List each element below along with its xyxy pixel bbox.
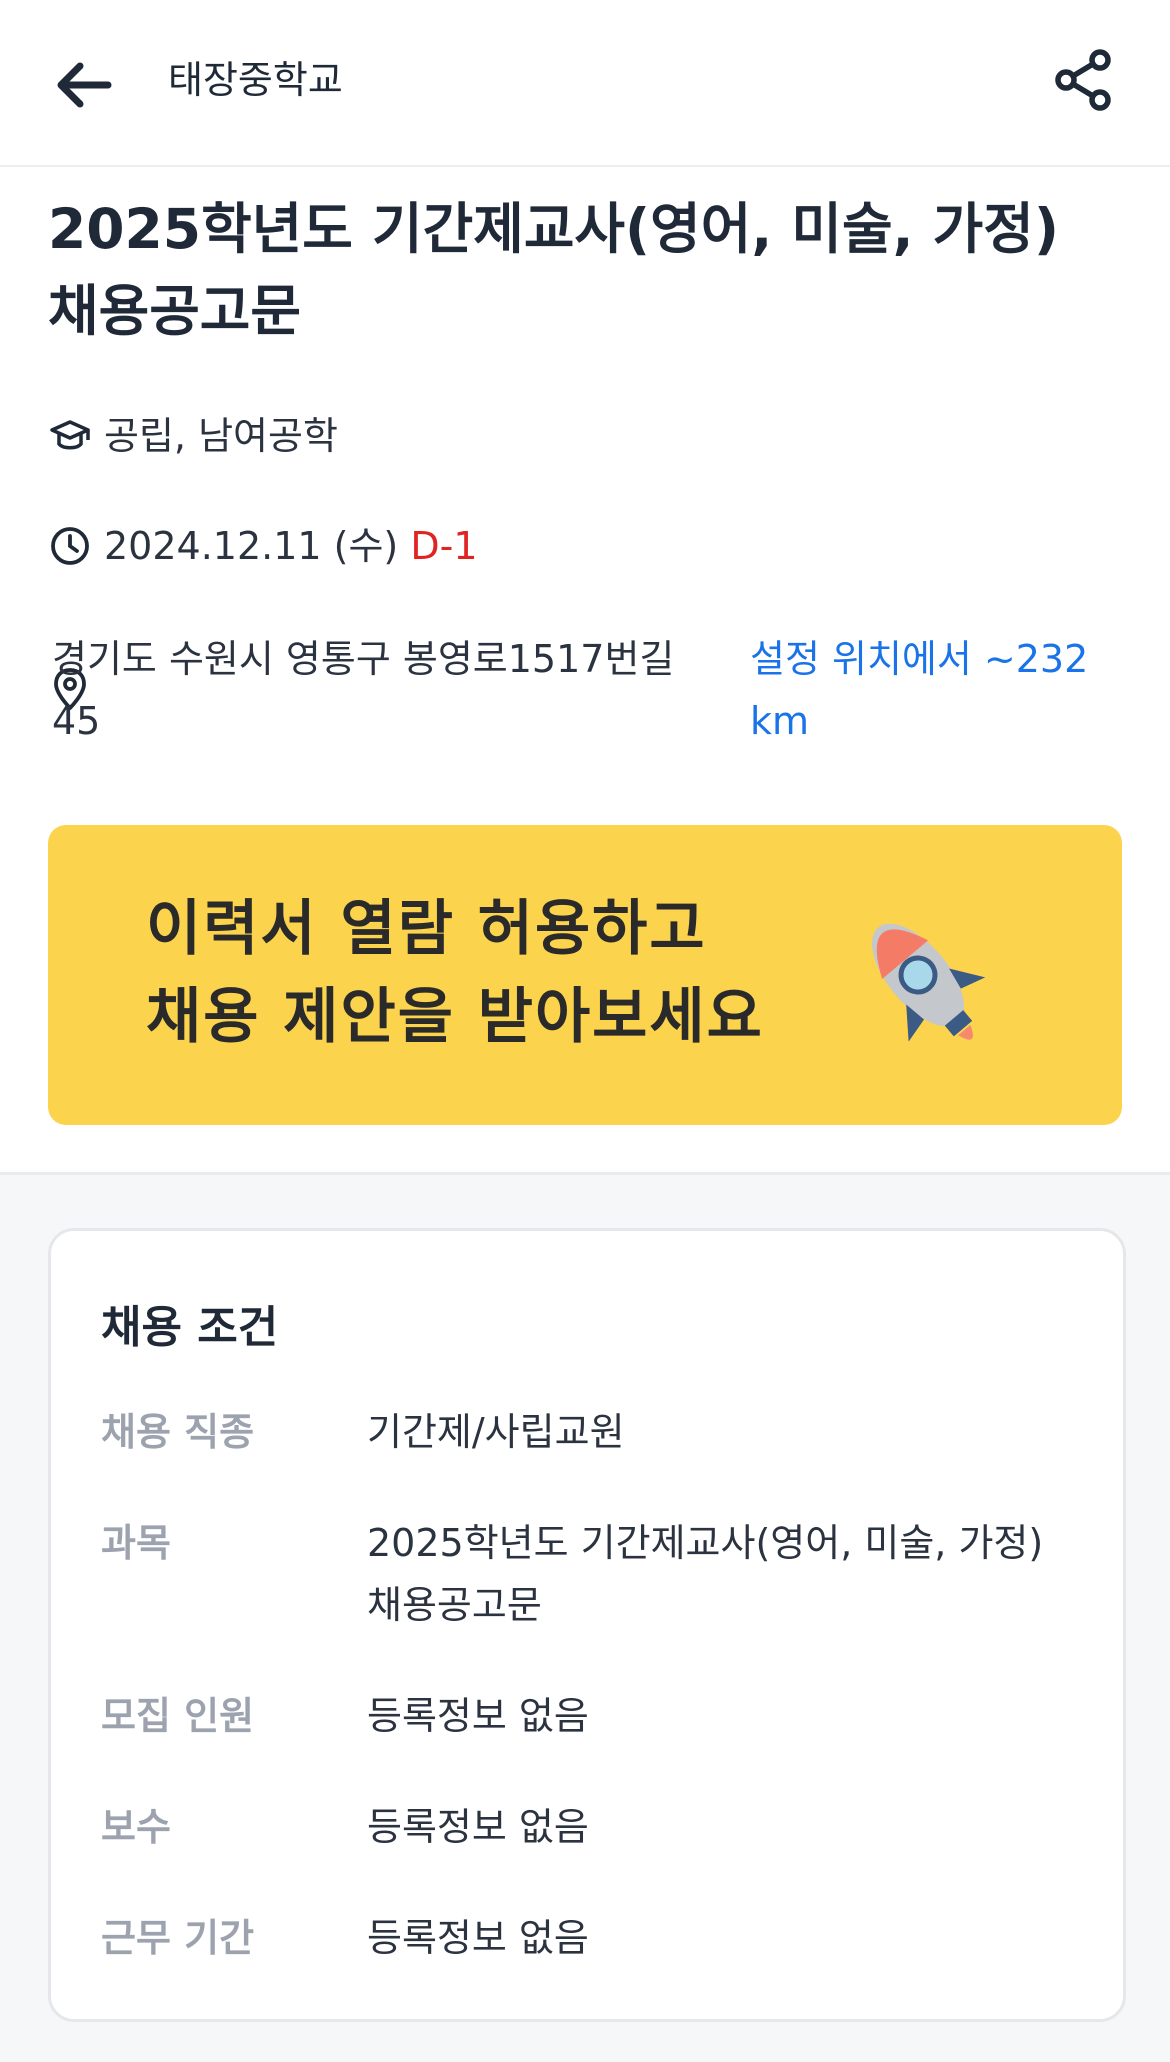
condition-label: 채용 직종 bbox=[101, 1410, 255, 1454]
rocket-icon bbox=[871, 923, 986, 1042]
condition-value: 등록정보 없음 bbox=[367, 1694, 589, 1738]
back-arrow-icon[interactable] bbox=[50, 50, 120, 120]
condition-value: 등록정보 없음 bbox=[367, 1805, 589, 1849]
deadline-date: 2024.12.11 (수) bbox=[104, 524, 399, 568]
address-text: 경기도 수원시 영통구 봉영로1517번길 45 bbox=[52, 637, 675, 743]
banner-line-2: 채용 제안을 받아보세요 bbox=[146, 982, 764, 1052]
school-name: 태장중학교 bbox=[168, 58, 343, 102]
distance-link[interactable]: 설정 위치에서 ~232 km bbox=[750, 628, 1130, 752]
condition-label: 근무 기간 bbox=[101, 1916, 255, 1960]
condition-label: 과목 bbox=[101, 1521, 171, 1565]
condition-label: 보수 bbox=[101, 1805, 171, 1849]
banner-line-1: 이력서 열람 허용하고 bbox=[146, 894, 707, 964]
clock-icon bbox=[51, 527, 89, 565]
condition-value: 2025학년도 기간제교사(영어, 미술, 가정) 채용공고문 bbox=[367, 1521, 1044, 1627]
app-header: 태장중학교 bbox=[0, 0, 1170, 167]
graduation-cap-icon bbox=[50, 420, 90, 450]
share-icon[interactable] bbox=[1052, 48, 1116, 112]
resume-open-banner[interactable]: 이력서 열람 허용하고 채용 제안을 받아보세요 bbox=[48, 825, 1122, 1125]
deadline-text: 2024.12.11 (수) D-1 bbox=[104, 515, 478, 577]
condition-value: 등록정보 없음 bbox=[367, 1916, 589, 1960]
conditions-card: 채용 조건 채용 직종 기간제/사립교원 과목 2025학년도 기간제교사(영어… bbox=[48, 1228, 1126, 2022]
school-type-text: 공립, 남여공학 bbox=[104, 414, 338, 458]
conditions-title: 채용 조건 bbox=[101, 1302, 279, 1353]
condition-label: 모집 인원 bbox=[101, 1694, 255, 1738]
job-title: 2025학년도 기간제교사(영어, 미술, 가정) 채용공고문 bbox=[48, 197, 1059, 343]
dday-badge: D-1 bbox=[410, 524, 478, 568]
condition-value: 기간제/사립교원 bbox=[367, 1410, 625, 1454]
